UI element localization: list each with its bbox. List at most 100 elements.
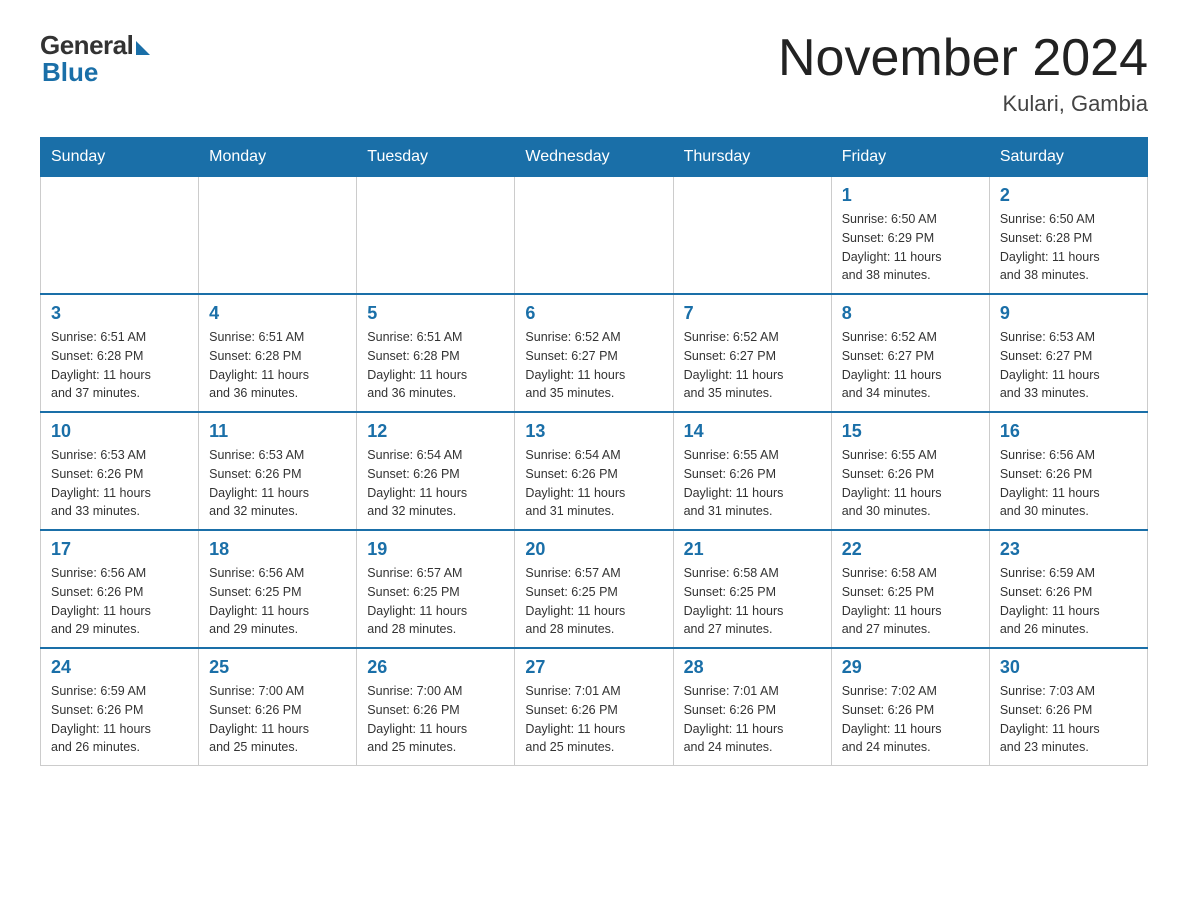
day-number: 14 xyxy=(684,421,821,442)
day-number: 17 xyxy=(51,539,188,560)
calendar-cell: 23 Sunrise: 6:59 AM Sunset: 6:26 PM Dayli… xyxy=(989,530,1147,648)
day-info: Sunrise: 6:53 AM Sunset: 6:26 PM Dayligh… xyxy=(51,446,188,521)
calendar-cell: 19Sunrise: 6:57 AM Sunset: 6:25 PM Dayli… xyxy=(357,530,515,648)
calendar: SundayMondayTuesdayWednesdayThursdayFrid… xyxy=(40,137,1148,766)
day-info: Sunrise: 7:01 AM Sunset: 6:26 PM Dayligh… xyxy=(525,682,662,757)
calendar-cell: 5 Sunrise: 6:51 AM Sunset: 6:28 PM Daylig… xyxy=(357,294,515,412)
day-number: 5 xyxy=(367,303,504,324)
calendar-cell xyxy=(515,177,673,295)
day-info: Sunrise: 7:03 AM Sunset: 6:26 PM Dayligh… xyxy=(1000,682,1137,757)
day-info: Sunrise: 6:50 AM Sunset: 6:29 PM Dayligh… xyxy=(842,210,979,285)
day-number: 20 xyxy=(525,539,662,560)
day-number: 13 xyxy=(525,421,662,442)
calendar-cell: 20 Sunrise: 6:57 AM Sunset: 6:25 PM Dayli… xyxy=(515,530,673,648)
day-number: 25 xyxy=(209,657,346,678)
day-info: Sunrise: 6:51 AM Sunset: 6:28 PM Dayligh… xyxy=(51,328,188,403)
calendar-cell: 18 Sunrise: 6:56 AM Sunset: 6:25 PM Dayli… xyxy=(199,530,357,648)
title-area: November 2024 Kulari, Gambia xyxy=(778,30,1148,117)
day-info: Sunrise: 6:59 AM Sunset: 6:26 PM Dayligh… xyxy=(1000,564,1137,639)
day-number: 8 xyxy=(842,303,979,324)
header: General Blue November 2024 Kulari, Gambi… xyxy=(40,30,1148,117)
calendar-cell: 21 Sunrise: 6:58 AM Sunset: 6:25 PM Dayli… xyxy=(673,530,831,648)
day-number: 26 xyxy=(367,657,504,678)
day-info: Sunrise: 6:56 AM Sunset: 6:26 PM Dayligh… xyxy=(1000,446,1137,521)
day-number: 19 xyxy=(367,539,504,560)
day-number: 15 xyxy=(842,421,979,442)
calendar-cell: 22 Sunrise: 6:58 AM Sunset: 6:25 PM Dayli… xyxy=(831,530,989,648)
day-number: 6 xyxy=(525,303,662,324)
subtitle: Kulari, Gambia xyxy=(778,91,1148,117)
day-number: 23 xyxy=(1000,539,1137,560)
calendar-cell xyxy=(673,177,831,295)
day-info: Sunrise: 6:52 AM Sunset: 6:27 PM Dayligh… xyxy=(684,328,821,403)
day-number: 29 xyxy=(842,657,979,678)
day-info: Sunrise: 6:51 AM Sunset: 6:28 PM Dayligh… xyxy=(367,328,504,403)
days-of-week-row: SundayMondayTuesdayWednesdayThursdayFrid… xyxy=(41,138,1148,177)
day-number: 21 xyxy=(684,539,821,560)
calendar-cell: 16 Sunrise: 6:56 AM Sunset: 6:26 PM Dayli… xyxy=(989,412,1147,530)
day-of-week-header: Sunday xyxy=(41,138,199,177)
calendar-cell: 3 Sunrise: 6:51 AM Sunset: 6:28 PM Daylig… xyxy=(41,294,199,412)
calendar-cell: 11 Sunrise: 6:53 AM Sunset: 6:26 PM Dayli… xyxy=(199,412,357,530)
day-number: 11 xyxy=(209,421,346,442)
day-number: 1 xyxy=(842,185,979,206)
day-of-week-header: Thursday xyxy=(673,138,831,177)
day-info: Sunrise: 6:53 AM Sunset: 6:26 PM Dayligh… xyxy=(209,446,346,521)
day-number: 22 xyxy=(842,539,979,560)
calendar-cell: 9 Sunrise: 6:53 AM Sunset: 6:27 PM Daylig… xyxy=(989,294,1147,412)
calendar-cell: 13 Sunrise: 6:54 AM Sunset: 6:26 PM Dayli… xyxy=(515,412,673,530)
day-number: 10 xyxy=(51,421,188,442)
day-info: Sunrise: 7:01 AM Sunset: 6:26 PM Dayligh… xyxy=(684,682,821,757)
calendar-cell: 6Sunrise: 6:52 AM Sunset: 6:27 PM Daylig… xyxy=(515,294,673,412)
day-info: Sunrise: 6:57 AM Sunset: 6:25 PM Dayligh… xyxy=(525,564,662,639)
logo-blue-text: Blue xyxy=(42,57,98,88)
day-info: Sunrise: 6:51 AM Sunset: 6:28 PM Dayligh… xyxy=(209,328,346,403)
day-number: 27 xyxy=(525,657,662,678)
calendar-cell: 7 Sunrise: 6:52 AM Sunset: 6:27 PM Daylig… xyxy=(673,294,831,412)
day-info: Sunrise: 6:55 AM Sunset: 6:26 PM Dayligh… xyxy=(684,446,821,521)
day-info: Sunrise: 6:58 AM Sunset: 6:25 PM Dayligh… xyxy=(842,564,979,639)
day-number: 16 xyxy=(1000,421,1137,442)
day-info: Sunrise: 6:53 AM Sunset: 6:27 PM Dayligh… xyxy=(1000,328,1137,403)
day-info: Sunrise: 6:59 AM Sunset: 6:26 PM Dayligh… xyxy=(51,682,188,757)
day-info: Sunrise: 7:00 AM Sunset: 6:26 PM Dayligh… xyxy=(209,682,346,757)
day-number: 7 xyxy=(684,303,821,324)
day-number: 2 xyxy=(1000,185,1137,206)
day-number: 24 xyxy=(51,657,188,678)
calendar-week-row: 1 Sunrise: 6:50 AM Sunset: 6:29 PM Daylig… xyxy=(41,177,1148,295)
calendar-cell: 10 Sunrise: 6:53 AM Sunset: 6:26 PM Dayli… xyxy=(41,412,199,530)
day-number: 4 xyxy=(209,303,346,324)
day-of-week-header: Tuesday xyxy=(357,138,515,177)
day-of-week-header: Saturday xyxy=(989,138,1147,177)
day-of-week-header: Friday xyxy=(831,138,989,177)
day-number: 3 xyxy=(51,303,188,324)
day-of-week-header: Monday xyxy=(199,138,357,177)
calendar-cell: 4 Sunrise: 6:51 AM Sunset: 6:28 PM Daylig… xyxy=(199,294,357,412)
calendar-cell xyxy=(41,177,199,295)
day-number: 12 xyxy=(367,421,504,442)
day-number: 9 xyxy=(1000,303,1137,324)
calendar-cell: 30Sunrise: 7:03 AM Sunset: 6:26 PM Dayli… xyxy=(989,648,1147,766)
day-info: Sunrise: 6:55 AM Sunset: 6:26 PM Dayligh… xyxy=(842,446,979,521)
calendar-cell: 27 Sunrise: 7:01 AM Sunset: 6:26 PM Dayli… xyxy=(515,648,673,766)
calendar-week-row: 17 Sunrise: 6:56 AM Sunset: 6:26 PM Dayli… xyxy=(41,530,1148,648)
day-info: Sunrise: 7:00 AM Sunset: 6:26 PM Dayligh… xyxy=(367,682,504,757)
calendar-header: SundayMondayTuesdayWednesdayThursdayFrid… xyxy=(41,138,1148,177)
day-info: Sunrise: 7:02 AM Sunset: 6:26 PM Dayligh… xyxy=(842,682,979,757)
calendar-cell: 17 Sunrise: 6:56 AM Sunset: 6:26 PM Dayli… xyxy=(41,530,199,648)
day-number: 18 xyxy=(209,539,346,560)
calendar-week-row: 10 Sunrise: 6:53 AM Sunset: 6:26 PM Dayli… xyxy=(41,412,1148,530)
day-number: 28 xyxy=(684,657,821,678)
day-info: Sunrise: 6:58 AM Sunset: 6:25 PM Dayligh… xyxy=(684,564,821,639)
page-title: November 2024 xyxy=(778,30,1148,87)
calendar-cell: 12Sunrise: 6:54 AM Sunset: 6:26 PM Dayli… xyxy=(357,412,515,530)
calendar-cell: 8Sunrise: 6:52 AM Sunset: 6:27 PM Daylig… xyxy=(831,294,989,412)
calendar-cell: 28 Sunrise: 7:01 AM Sunset: 6:26 PM Dayli… xyxy=(673,648,831,766)
calendar-body: 1 Sunrise: 6:50 AM Sunset: 6:29 PM Daylig… xyxy=(41,177,1148,766)
calendar-cell: 25 Sunrise: 7:00 AM Sunset: 6:26 PM Dayli… xyxy=(199,648,357,766)
day-info: Sunrise: 6:56 AM Sunset: 6:26 PM Dayligh… xyxy=(51,564,188,639)
day-info: Sunrise: 6:56 AM Sunset: 6:25 PM Dayligh… xyxy=(209,564,346,639)
logo: General Blue xyxy=(40,30,150,88)
day-info: Sunrise: 6:54 AM Sunset: 6:26 PM Dayligh… xyxy=(525,446,662,521)
calendar-cell: 1 Sunrise: 6:50 AM Sunset: 6:29 PM Daylig… xyxy=(831,177,989,295)
